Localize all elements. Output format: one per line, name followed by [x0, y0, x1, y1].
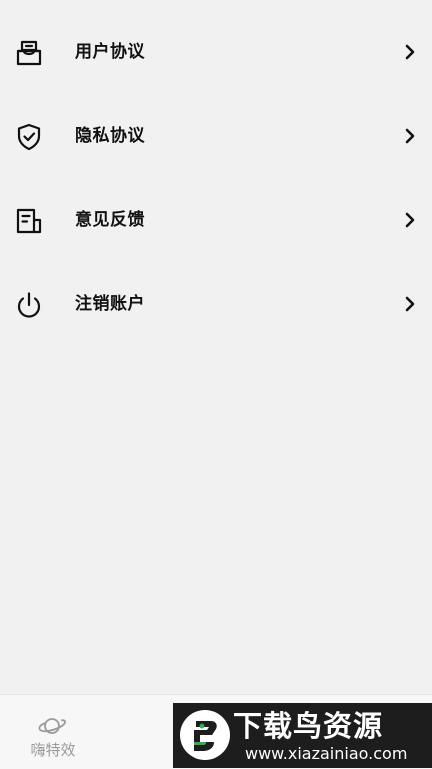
menu-item-feedback[interactable]: 意见反馈 [0, 184, 432, 254]
tab-effects[interactable]: 嗨特效 [18, 699, 88, 765]
chevron-right-icon [402, 41, 418, 63]
chevron-right-icon [402, 125, 418, 147]
chevron-right-icon [402, 293, 418, 315]
mailbox-icon [14, 38, 44, 68]
menu-item-label: 注销账户 [75, 294, 145, 314]
bird-logo-icon [179, 709, 231, 761]
menu-item-label: 用户协议 [75, 42, 145, 62]
menu-item-privacy-agreement[interactable]: 隐私协议 [0, 100, 432, 170]
watermark-url: www.xiazainiao.com [245, 744, 408, 763]
menu-item-label: 意见反馈 [75, 210, 145, 230]
power-icon [14, 290, 44, 320]
planet-icon [36, 711, 68, 741]
menu-item-user-agreement[interactable]: 用户协议 [0, 16, 432, 86]
menu-item-label: 隐私协议 [75, 126, 145, 146]
chevron-right-icon [402, 209, 418, 231]
menu-item-delete-account[interactable]: 注销账户 [0, 268, 432, 338]
document-feedback-icon [14, 206, 44, 236]
shield-check-icon [14, 122, 44, 152]
watermark-title: 下载鸟资源 [233, 709, 384, 743]
tab-label: 嗨特效 [30, 741, 76, 759]
watermark-banner: 下载鸟资源 www.xiazainiao.com [173, 703, 432, 768]
